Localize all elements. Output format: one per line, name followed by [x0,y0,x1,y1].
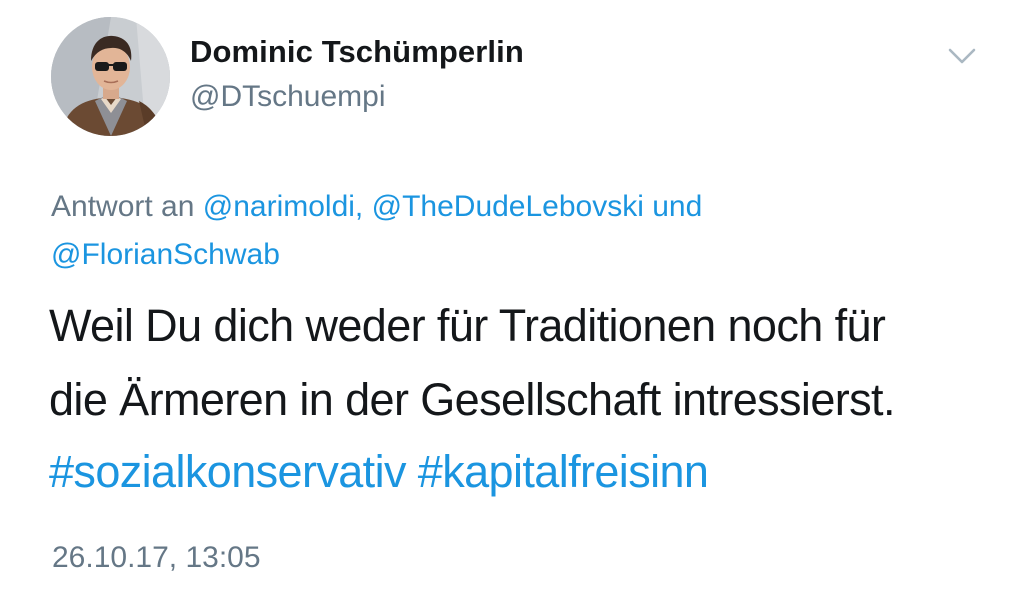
reply-context-continued: @FlorianSchwab [51,238,280,272]
user-handle[interactable]: @DTschuempi [190,80,386,114]
tweet-card: Dominic Tschümperlin @DTschuempi Antwort… [0,0,1024,601]
profile-photo [51,17,170,136]
chevron-down-icon[interactable] [947,45,977,67]
reply-context: Antwort an @narimoldi, @TheDudeLebovski … [51,190,702,224]
hashtag-link[interactable]: #kapitalfreisinn [418,446,709,497]
display-name[interactable]: Dominic Tschümperlin [190,34,524,70]
timestamp[interactable]: 26.10.17, 13:05 [52,541,261,575]
hashtag-line: #sozialkonservativ #kapitalfreisinn [49,446,709,498]
mention-link[interactable]: @narimoldi, [203,190,364,223]
reply-conjunction: und [652,190,703,223]
tweet-text-line: die Ärmeren in der Gesellschaft intressi… [49,374,895,425]
hashtag-link[interactable]: #sozialkonservativ [49,446,406,497]
mention-link[interactable]: @FlorianSchwab [51,238,280,271]
mention-link[interactable]: @TheDudeLebovski [372,190,644,223]
tweet-text-line: Weil Du dich weder für Traditionen noch … [49,300,886,351]
reply-prefix: Antwort an [51,190,195,223]
avatar[interactable] [51,17,170,136]
